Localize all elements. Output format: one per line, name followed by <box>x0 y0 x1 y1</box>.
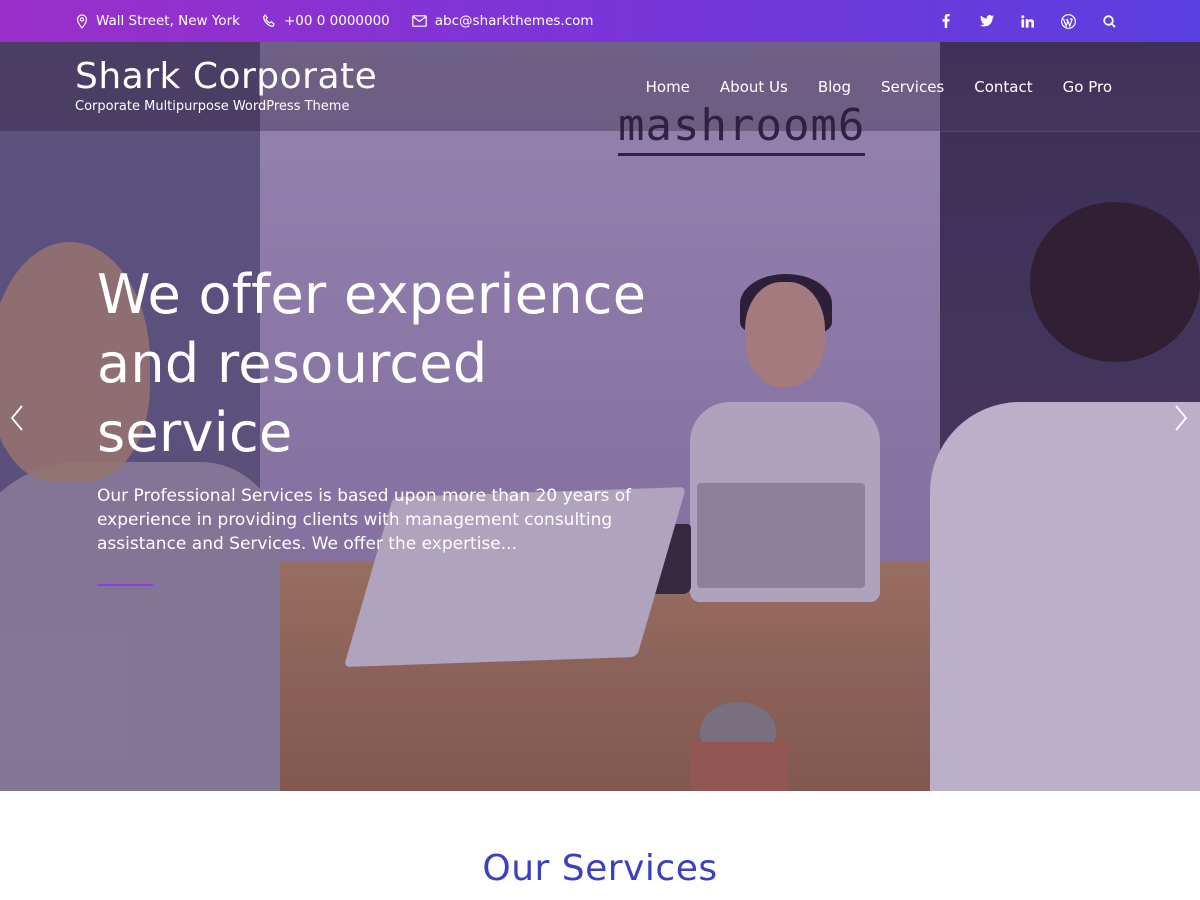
wordpress-icon[interactable] <box>1048 0 1089 42</box>
top-bar: Wall Street, New York +00 0 0000000 abc@… <box>0 0 1200 42</box>
services-heading: Our Services <box>482 848 718 889</box>
facebook-icon[interactable] <box>925 0 966 42</box>
social-links <box>925 0 1130 42</box>
slide-title-line-1: We offer experience <box>97 263 647 326</box>
nav-go-pro[interactable]: Go Pro <box>1063 78 1112 96</box>
nav-blog[interactable]: Blog <box>818 78 851 96</box>
phone-text: +00 0 0000000 <box>283 13 390 29</box>
twitter-icon[interactable] <box>966 0 1007 42</box>
chevron-left-icon <box>10 405 23 431</box>
hero-slider: mashroom6 Shark Corporate Corporate Mult… <box>0 42 1200 791</box>
site-header: Shark Corporate Corporate Multipurpose W… <box>0 42 1200 131</box>
slide-title: We offer experience and resourced servic… <box>97 260 697 467</box>
email-item[interactable]: abc@sharkthemes.com <box>411 13 594 29</box>
slide-accent-line <box>97 584 153 586</box>
envelope-icon <box>411 15 427 27</box>
email-text: abc@sharkthemes.com <box>434 13 594 29</box>
main-navigation: Home About Us Blog Services Contact Go P… <box>616 42 1112 131</box>
site-title[interactable]: Shark Corporate <box>75 56 377 97</box>
map-pin-icon <box>76 13 88 29</box>
slide-title-line-3: service <box>97 401 293 464</box>
nav-home[interactable]: Home <box>646 78 690 96</box>
nav-contact[interactable]: Contact <box>974 78 1032 96</box>
phone-icon <box>263 14 275 27</box>
chevron-right-icon <box>1175 405 1188 431</box>
nav-services[interactable]: Services <box>881 78 944 96</box>
address-item: Wall Street, New York <box>76 13 240 29</box>
address-text: Wall Street, New York <box>96 13 240 29</box>
linkedin-icon[interactable] <box>1007 0 1048 42</box>
contact-info: Wall Street, New York +00 0 0000000 abc@… <box>76 0 616 42</box>
slide-title-line-2: and resourced <box>97 332 488 395</box>
search-icon[interactable] <box>1089 0 1130 42</box>
phone-item[interactable]: +00 0 0000000 <box>262 13 390 29</box>
site-tagline: Corporate Multipurpose WordPress Theme <box>75 99 350 114</box>
slider-prev-button[interactable] <box>0 398 34 438</box>
slider-next-button[interactable] <box>1164 398 1198 438</box>
slide-description: Our Professional Services is based upon … <box>97 486 632 554</box>
nav-about-us[interactable]: About Us <box>720 78 788 96</box>
